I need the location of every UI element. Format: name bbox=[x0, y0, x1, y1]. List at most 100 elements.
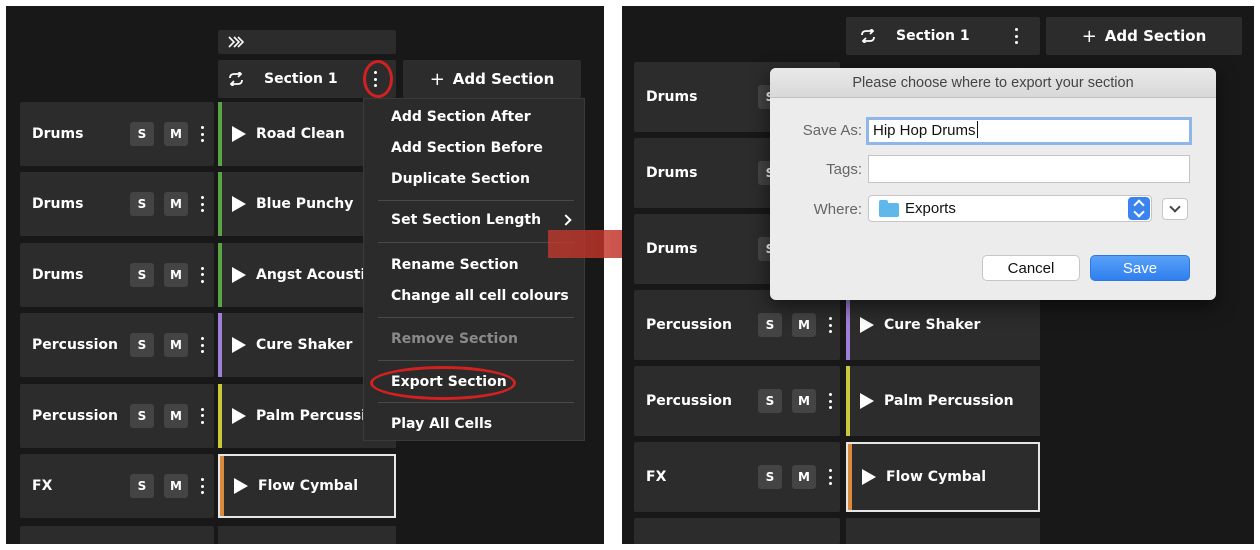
tags-input[interactable] bbox=[868, 155, 1190, 183]
cell-name: Palm Percussion bbox=[884, 393, 1014, 409]
track-name: Drums bbox=[646, 89, 698, 105]
save-as-value: Hip Hop Drums bbox=[873, 122, 976, 139]
menu-set-section-length-label: Set Section Length bbox=[391, 212, 542, 228]
mute-button[interactable]: M bbox=[164, 333, 188, 358]
cell-name: Flow Cymbal bbox=[258, 478, 359, 494]
mute-button[interactable]: M bbox=[792, 389, 816, 413]
play-icon[interactable] bbox=[860, 317, 874, 333]
play-icon[interactable] bbox=[860, 393, 874, 409]
menu-play-all-cells[interactable]: Play All Cells bbox=[391, 416, 492, 432]
menu-separator bbox=[378, 242, 574, 243]
play-icon[interactable] bbox=[232, 196, 246, 213]
solo-button[interactable]: S bbox=[758, 389, 782, 413]
menu-set-section-length[interactable]: Set Section Length bbox=[364, 205, 584, 235]
track-more-icon[interactable] bbox=[826, 467, 834, 487]
track-more-icon[interactable] bbox=[826, 391, 834, 411]
mute-button[interactable]: M bbox=[792, 313, 816, 337]
track-row[interactable]: Percussion S M bbox=[20, 313, 214, 378]
mute-button[interactable]: M bbox=[164, 403, 188, 428]
track-more-icon[interactable] bbox=[198, 194, 206, 214]
solo-button[interactable]: S bbox=[130, 474, 154, 498]
track-row[interactable]: Percussion S M bbox=[634, 366, 840, 436]
track-row[interactable]: FX S M bbox=[634, 442, 840, 512]
menu-add-section-after[interactable]: Add Section After bbox=[391, 109, 531, 125]
solo-button[interactable]: S bbox=[130, 122, 154, 146]
cell-color-bar bbox=[848, 444, 852, 510]
add-section-label: Add Section bbox=[1104, 27, 1207, 45]
track-name: Percussion bbox=[32, 407, 118, 424]
cell-color-bar bbox=[218, 102, 222, 166]
track-row[interactable]: Percussion S M bbox=[634, 290, 840, 360]
track-row[interactable]: Percussion S M bbox=[20, 383, 214, 448]
menu-change-cell-colours[interactable]: Change all cell colours bbox=[391, 288, 569, 304]
mute-button[interactable]: M bbox=[164, 122, 188, 146]
mute-button[interactable]: M bbox=[164, 474, 188, 498]
track-more-icon[interactable] bbox=[198, 124, 206, 144]
play-icon[interactable] bbox=[862, 469, 876, 485]
track-more-icon[interactable] bbox=[198, 335, 206, 355]
section-more-icon[interactable] bbox=[1012, 26, 1020, 46]
track-more-icon[interactable] bbox=[198, 476, 206, 496]
loop-icon bbox=[861, 29, 875, 43]
mute-button[interactable]: M bbox=[792, 465, 816, 489]
track-row[interactable]: Drums SM bbox=[20, 242, 214, 307]
menu-separator bbox=[378, 317, 574, 318]
plus-icon: + bbox=[429, 68, 445, 90]
clip-cell[interactable]: Flow Cymbal bbox=[218, 454, 396, 518]
play-icon[interactable] bbox=[232, 266, 246, 283]
solo-button[interactable]: S bbox=[130, 333, 154, 358]
save-as-input[interactable]: Hip Hop Drums bbox=[866, 117, 1192, 145]
track-more-icon[interactable] bbox=[826, 315, 834, 335]
menu-rename-section[interactable]: Rename Section bbox=[391, 257, 519, 273]
cell-color-bar bbox=[220, 456, 224, 516]
track-more-icon[interactable] bbox=[198, 265, 206, 285]
where-value: Exports bbox=[905, 200, 956, 217]
cell-name: Flow Cymbal bbox=[886, 469, 987, 485]
solo-button[interactable]: S bbox=[130, 192, 154, 217]
track-name: FX bbox=[32, 478, 53, 494]
tags-label: Tags: bbox=[826, 161, 862, 178]
track-name: Percussion bbox=[646, 393, 732, 409]
mute-button[interactable]: M bbox=[164, 262, 188, 287]
chevron-right-icon bbox=[560, 214, 572, 226]
solo-button[interactable]: S bbox=[758, 465, 782, 489]
solo-button[interactable]: S bbox=[758, 313, 782, 337]
play-icon[interactable] bbox=[232, 126, 246, 142]
play-icon[interactable] bbox=[232, 337, 246, 354]
mute-button[interactable]: M bbox=[164, 192, 188, 217]
add-section-button[interactable]: + Add Section bbox=[1046, 17, 1242, 55]
clip-cell[interactable]: Cure Shaker bbox=[846, 290, 1040, 360]
track-row[interactable]: Drums SM bbox=[20, 102, 214, 166]
section-title: Section 1 bbox=[264, 71, 338, 87]
add-section-button[interactable]: + Add Section bbox=[403, 60, 581, 98]
solo-button[interactable]: S bbox=[130, 262, 154, 287]
where-select[interactable]: Exports bbox=[868, 195, 1152, 222]
track-row[interactable]: Drums SM bbox=[20, 172, 214, 237]
menu-add-section-before[interactable]: Add Section Before bbox=[391, 140, 543, 156]
track-name: Percussion bbox=[32, 337, 118, 354]
dialog-title: Please choose where to export your secti… bbox=[770, 68, 1216, 98]
play-icon[interactable] bbox=[234, 478, 248, 494]
left-panel: Section 1 + Add Section Drums S M Road Clea… bbox=[6, 6, 604, 544]
cell-partial bbox=[218, 526, 396, 544]
clip-cell[interactable]: Palm Percussion bbox=[846, 366, 1040, 436]
play-icon[interactable] bbox=[232, 407, 246, 424]
cancel-button[interactable]: Cancel bbox=[982, 255, 1080, 281]
menu-duplicate-section[interactable]: Duplicate Section bbox=[391, 171, 530, 187]
track-name: Drums bbox=[32, 126, 84, 142]
fast-forward-icon bbox=[228, 36, 244, 48]
section-play-header[interactable] bbox=[218, 30, 396, 54]
right-panel: Section 1 + Add Section DrumsSMDrumsSMDr… bbox=[622, 6, 1254, 544]
cell-name: Road Clean bbox=[256, 126, 345, 142]
section-header[interactable]: Section 1 bbox=[846, 17, 1040, 55]
section-more-highlight bbox=[363, 60, 393, 98]
solo-button[interactable]: S bbox=[130, 403, 154, 428]
where-label: Where: bbox=[813, 201, 862, 218]
expand-dialog-button[interactable] bbox=[1162, 198, 1188, 220]
clip-cell[interactable]: Flow Cymbal bbox=[846, 442, 1040, 512]
track-more-icon[interactable] bbox=[198, 406, 206, 426]
track-row[interactable]: FX S M bbox=[20, 454, 214, 518]
save-as-label: Save As: bbox=[802, 122, 862, 139]
save-button[interactable]: Save bbox=[1090, 255, 1190, 281]
menu-separator bbox=[378, 402, 574, 403]
